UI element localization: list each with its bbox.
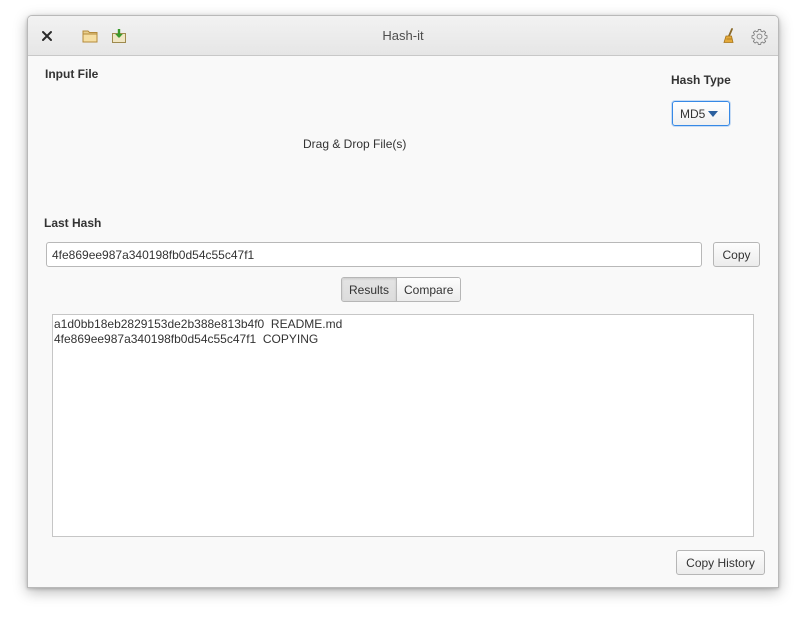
save-button[interactable] (108, 25, 130, 47)
result-hash: a1d0bb18eb2829153de2b388e813b4f0 (54, 317, 265, 331)
close-icon (42, 31, 52, 41)
settings-button[interactable] (748, 25, 770, 47)
header-bar: Hash-it (28, 16, 778, 56)
window-title: Hash-it (382, 28, 424, 43)
document-save-icon (112, 29, 126, 43)
result-row: 4fe869ee987a340198fb0d54c55c47f1 COPYING (54, 332, 753, 347)
clear-button[interactable] (718, 25, 740, 47)
last-hash-label: Last Hash (44, 216, 102, 230)
app-window: Hash-it Input File Drag & Drop File(s) H… (27, 15, 779, 588)
hash-type-label: Hash Type (671, 73, 731, 87)
result-file: README.md (270, 317, 343, 331)
hash-type-select[interactable]: MD5 (672, 101, 730, 126)
last-hash-field[interactable] (46, 242, 702, 267)
results-view[interactable]: a1d0bb18eb2829153de2b388e813b4f0 README.… (52, 314, 754, 537)
broom-icon (723, 28, 734, 43)
result-hash: 4fe869ee987a340198fb0d54c55c47f1 (54, 332, 257, 346)
open-file-button[interactable] (79, 25, 101, 47)
folder-open-icon (82, 30, 98, 43)
hash-type-value: MD5 (680, 106, 706, 121)
result-file: COPYING (262, 332, 319, 346)
gear-icon (751, 28, 767, 45)
input-file-label: Input File (45, 67, 99, 81)
close-button[interactable] (36, 25, 58, 47)
drop-zone[interactable]: Drag & Drop File(s) (303, 137, 406, 151)
tab-results[interactable]: Results (342, 278, 397, 301)
copy-history-button[interactable]: Copy History (676, 550, 765, 575)
tab-compare[interactable]: Compare (396, 278, 461, 301)
view-switcher: Results Compare (341, 277, 462, 302)
chevron-down-icon (708, 110, 719, 117)
copy-hash-button[interactable]: Copy (713, 242, 760, 267)
result-row: a1d0bb18eb2829153de2b388e813b4f0 README.… (54, 317, 753, 332)
